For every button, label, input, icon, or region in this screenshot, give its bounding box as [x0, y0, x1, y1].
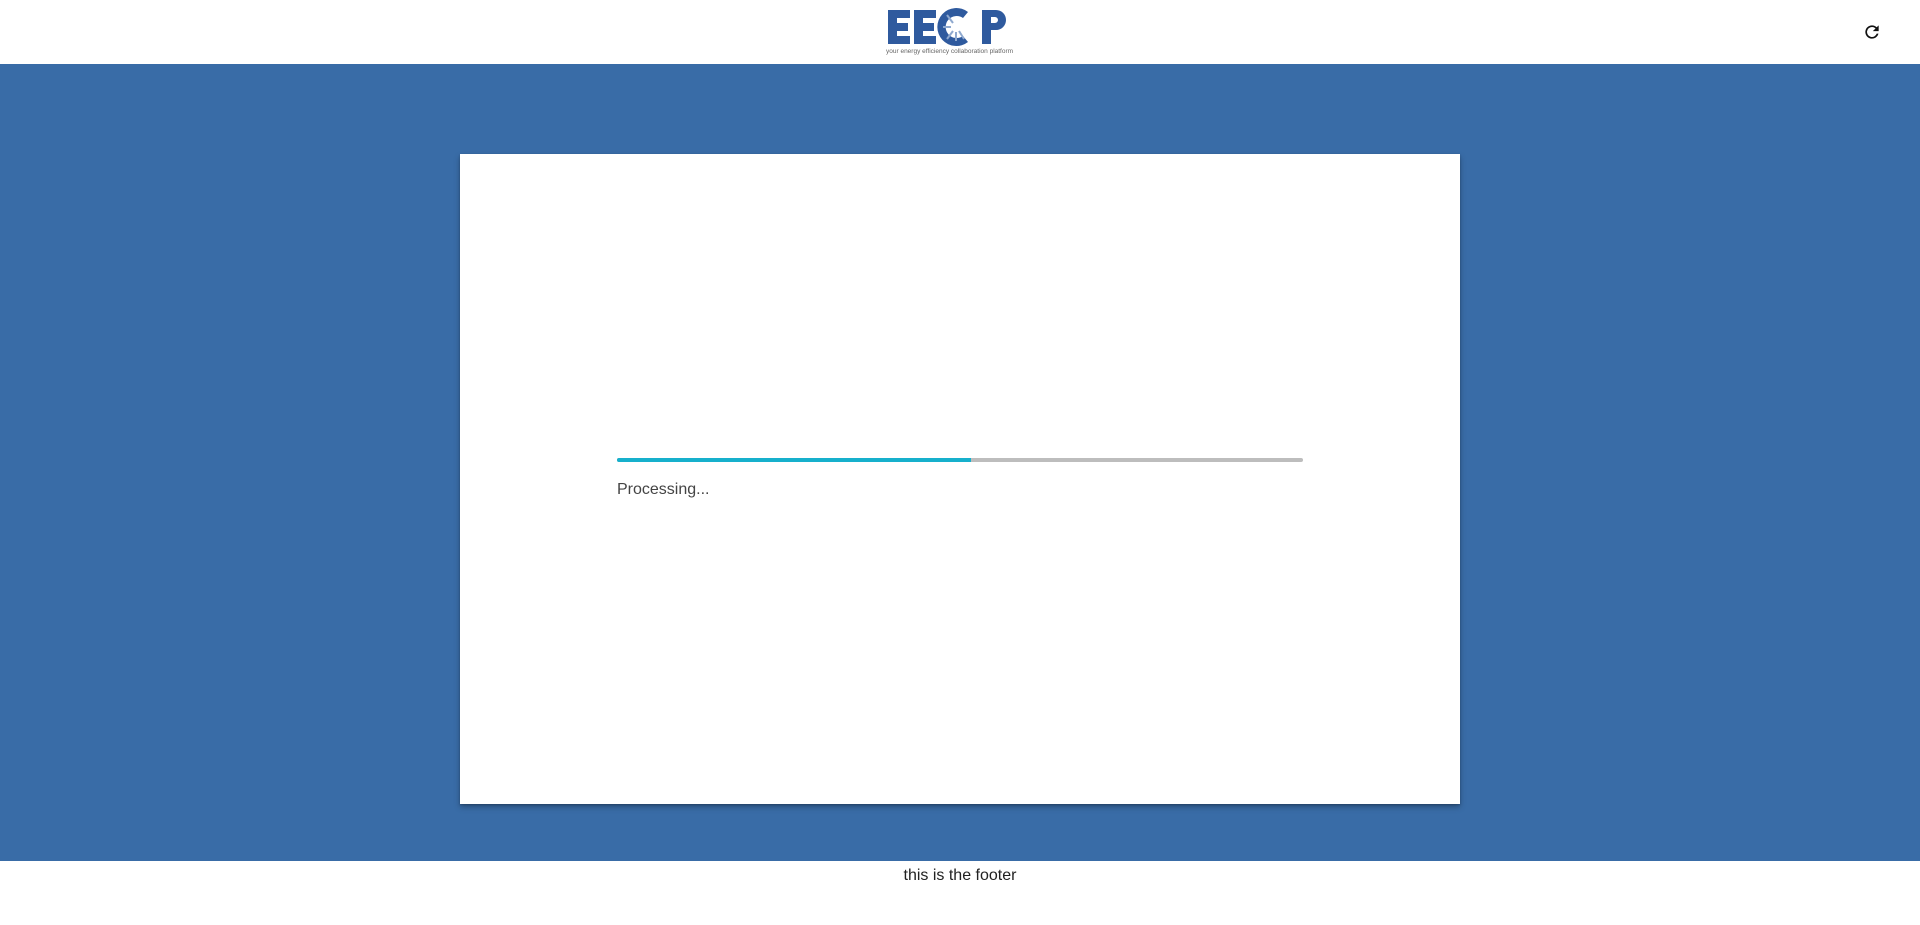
- refresh-icon: [1865, 25, 1879, 39]
- logo-tagline: your energy efficiency collaboration pla…: [886, 48, 1013, 55]
- app-header: your energy efficiency collaboration pla…: [0, 0, 1920, 64]
- eecp-logo-graphic: your energy efficiency collaboration pla…: [886, 8, 1013, 55]
- page: your energy efficiency collaboration pla…: [0, 0, 1920, 925]
- processing-card: Processing...: [460, 154, 1460, 804]
- refresh-button[interactable]: [1862, 22, 1882, 42]
- progress-bar: [617, 458, 1303, 462]
- app-footer: this is the footer: [0, 861, 1920, 925]
- footer-text: this is the footer: [903, 867, 1017, 884]
- main-content: Processing...: [0, 64, 1920, 861]
- eecp-logo: your energy efficiency collaboration pla…: [886, 7, 1030, 55]
- progress-bar-fill: [617, 458, 971, 462]
- status-text: Processing...: [617, 481, 710, 498]
